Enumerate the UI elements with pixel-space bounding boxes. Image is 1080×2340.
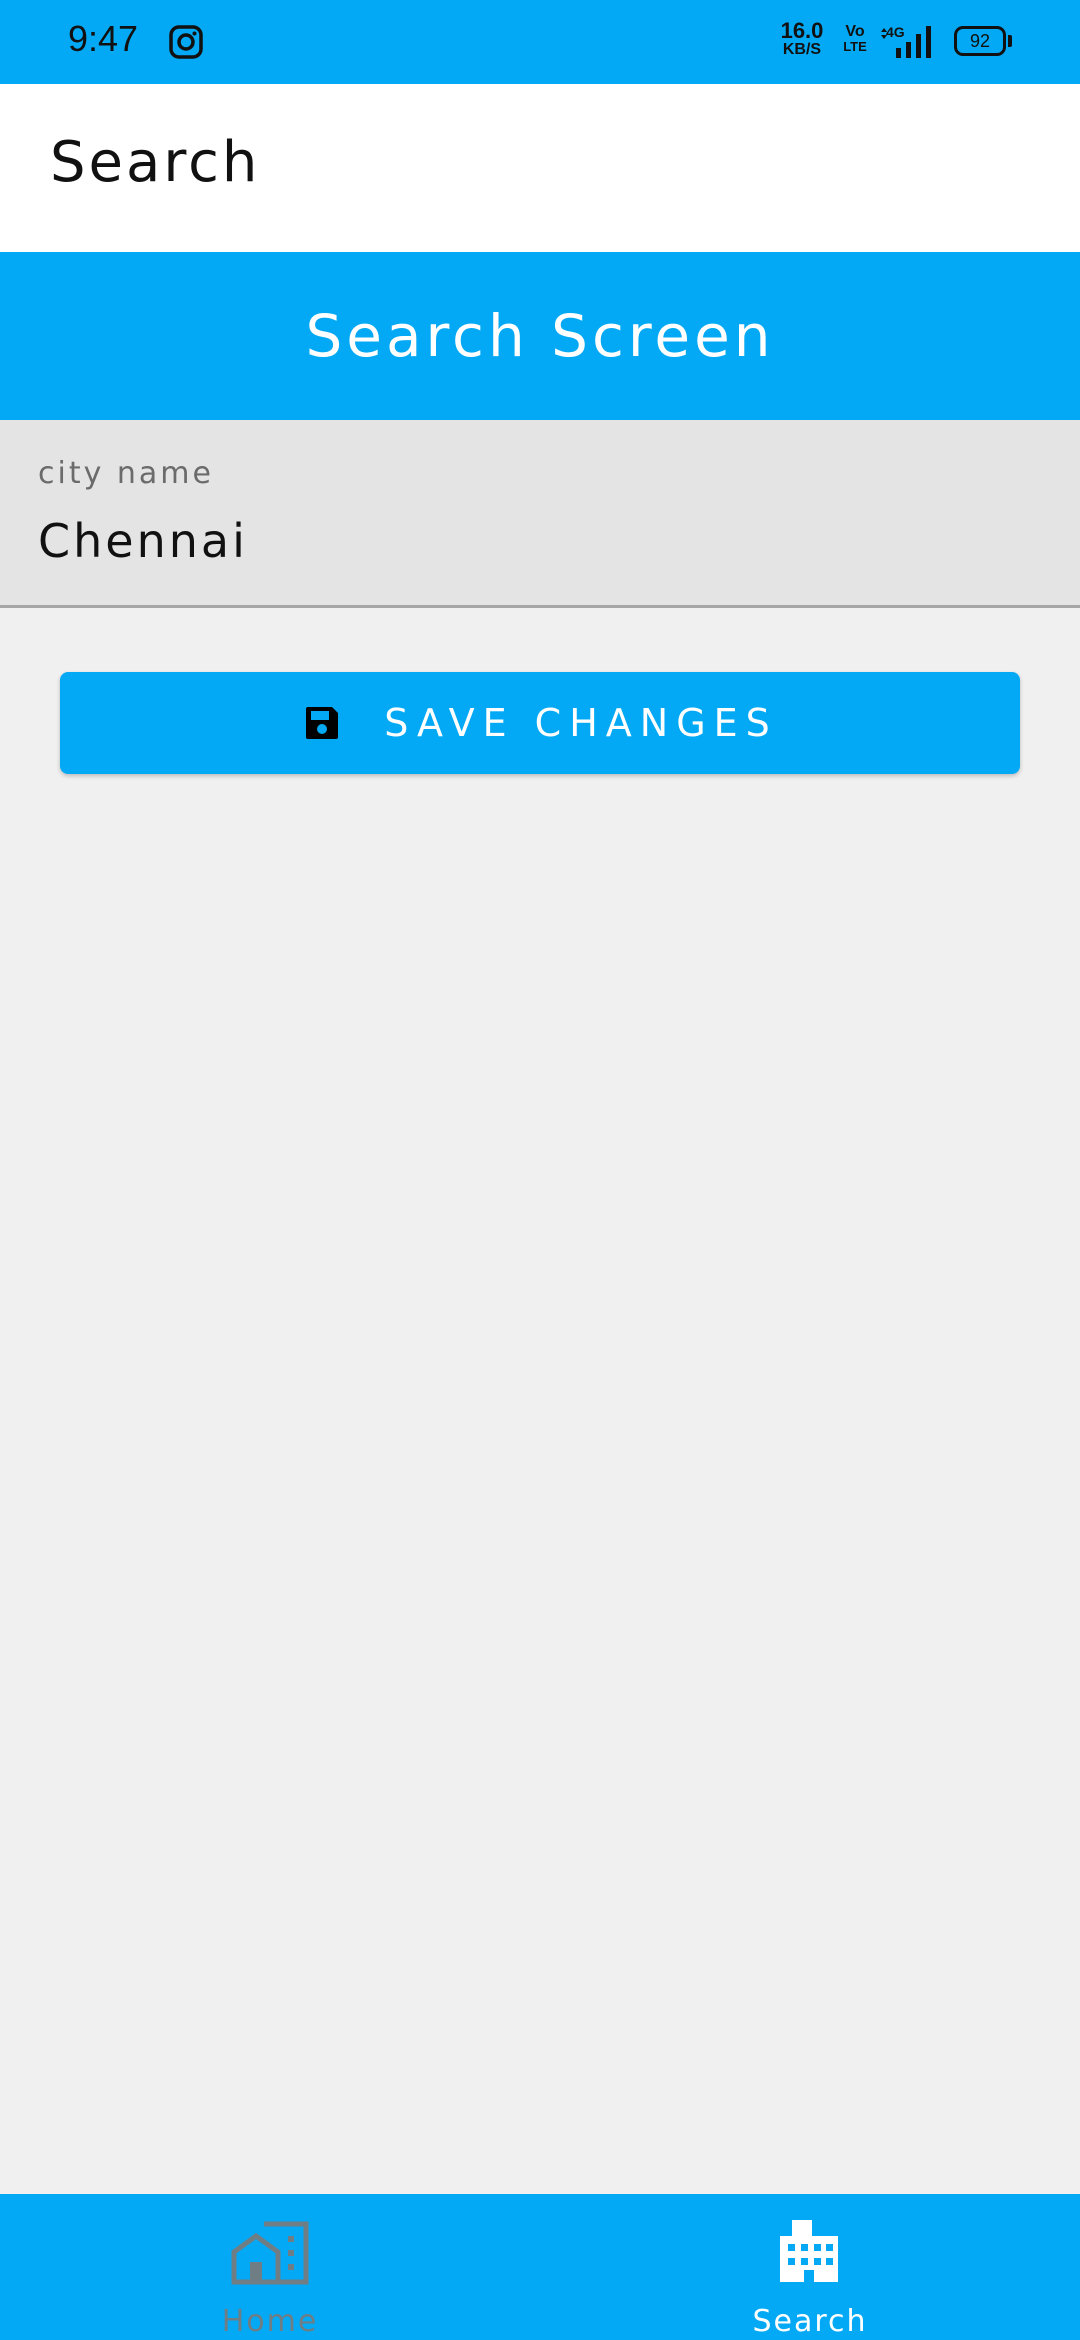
nav-label-home: Home (221, 2304, 319, 2339)
app-bar: Search (0, 84, 1080, 252)
signal-icon: 4G (878, 22, 940, 60)
nav-item-search[interactable]: Search (540, 2194, 1080, 2340)
nav-label-search: Search (752, 2304, 868, 2339)
city-name-input[interactable]: Chennai (38, 514, 248, 568)
page-title: Search (50, 130, 261, 195)
save-changes-button[interactable]: SAVE CHANGES (60, 672, 1020, 774)
network-speed-unit: KB/S (782, 41, 822, 58)
city-name-label: city name (38, 456, 214, 491)
bottom-nav: Home Search (0, 2194, 1080, 2340)
battery-icon: 92 (954, 26, 1006, 56)
save-changes-label: SAVE CHANGES (384, 701, 778, 745)
city-buildings-icon (780, 2220, 838, 2282)
volte-indicator: Vo LTE (842, 23, 868, 54)
city-name-field[interactable]: city name Chennai (0, 420, 1080, 608)
status-time: 9:47 (68, 18, 139, 59)
status-bar: 9:47 16.0 KB/S Vo LTE 4G 92 (0, 0, 1080, 84)
home-icon (231, 2221, 309, 2285)
battery-tip (1008, 35, 1012, 47)
volte-top: Vo (845, 23, 865, 40)
instagram-icon (169, 25, 203, 59)
network-speed: 16.0 KB/S (778, 20, 826, 58)
battery-level: 92 (969, 31, 991, 51)
header-banner: Search Screen (0, 252, 1080, 420)
volte-bottom: LTE (843, 39, 867, 54)
floppy-disk-icon (306, 707, 339, 739)
header-title: Search Screen (305, 302, 775, 370)
nav-item-home[interactable]: Home (0, 2194, 540, 2340)
network-speed-value: 16.0 (780, 18, 824, 43)
